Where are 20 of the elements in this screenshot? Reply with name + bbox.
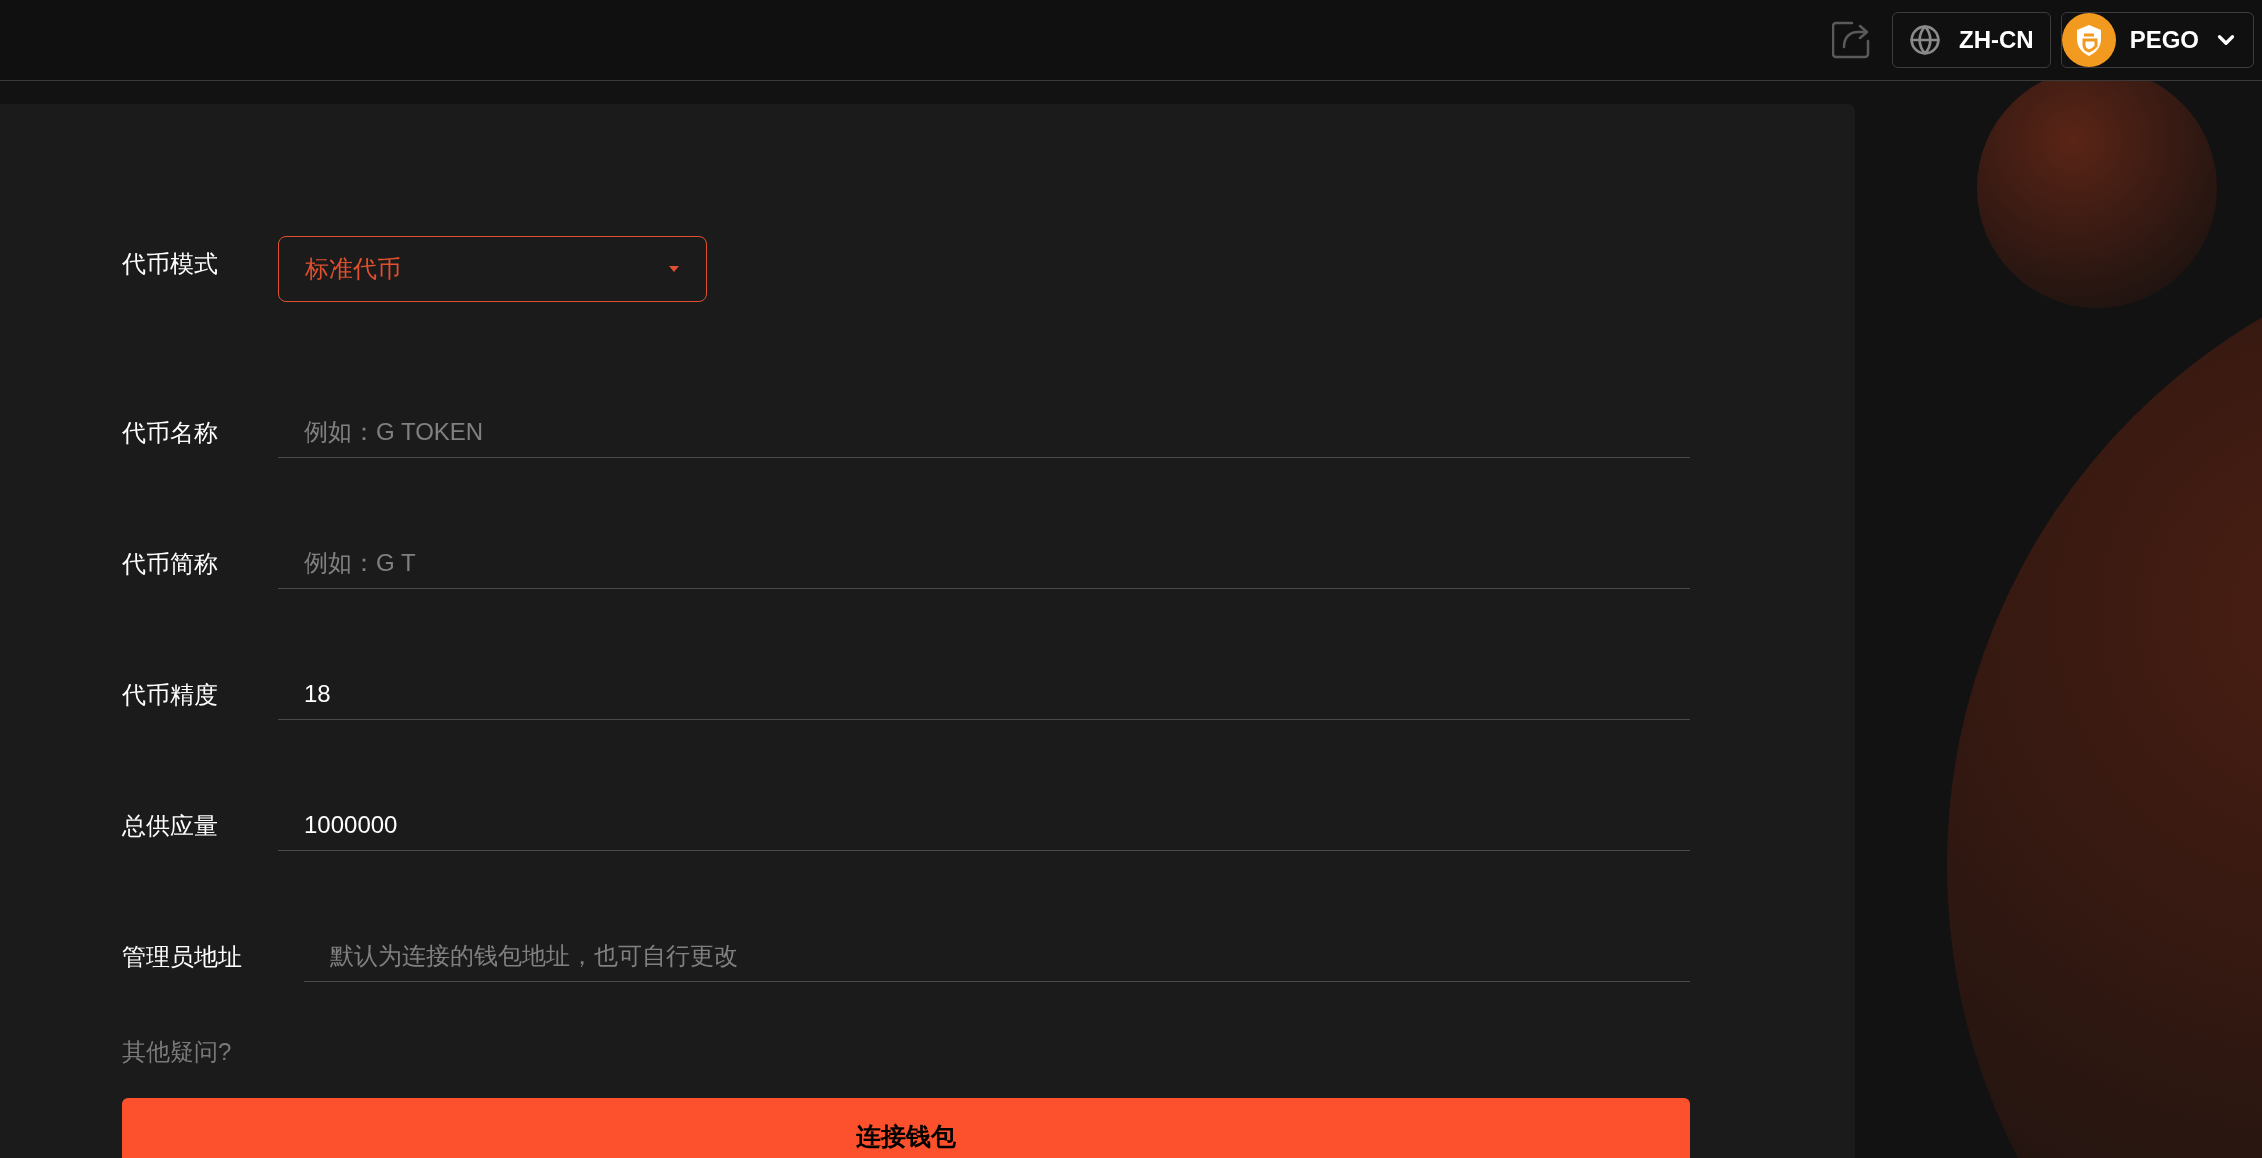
token-mode-select[interactable]: 标准代币 xyxy=(278,236,707,302)
globe-icon xyxy=(1909,24,1941,56)
field-label: 代币模式 xyxy=(122,249,219,279)
text-input[interactable]: 例如：G T xyxy=(278,538,1690,589)
field-label: 代币精度 xyxy=(122,679,219,710)
text-input[interactable]: 1000000 xyxy=(278,800,1690,851)
field-label: 代币名称 xyxy=(122,417,219,448)
connect-wallet-button[interactable]: 连接钱包 xyxy=(122,1098,1690,1158)
account-button[interactable]: PEGO xyxy=(2060,12,2254,68)
text-input[interactable]: 18 xyxy=(278,669,1690,720)
field-label: 代币简称 xyxy=(122,548,219,579)
shield-logo-icon xyxy=(2061,13,2116,67)
text-input[interactable]: 默认为连接的钱包地址，也可自行更改 xyxy=(304,931,1690,982)
text-input[interactable]: 例如：G TOKEN xyxy=(278,407,1690,458)
help-link[interactable]: 其他疑问? xyxy=(122,1034,232,1070)
field-label: 总供应量 xyxy=(122,810,219,841)
language-button[interactable]: ZH-CN xyxy=(1892,12,2051,68)
dropdown-caret-icon xyxy=(668,265,680,273)
field-label: 管理员地址 xyxy=(122,941,243,972)
share-icon[interactable] xyxy=(1832,21,1870,59)
